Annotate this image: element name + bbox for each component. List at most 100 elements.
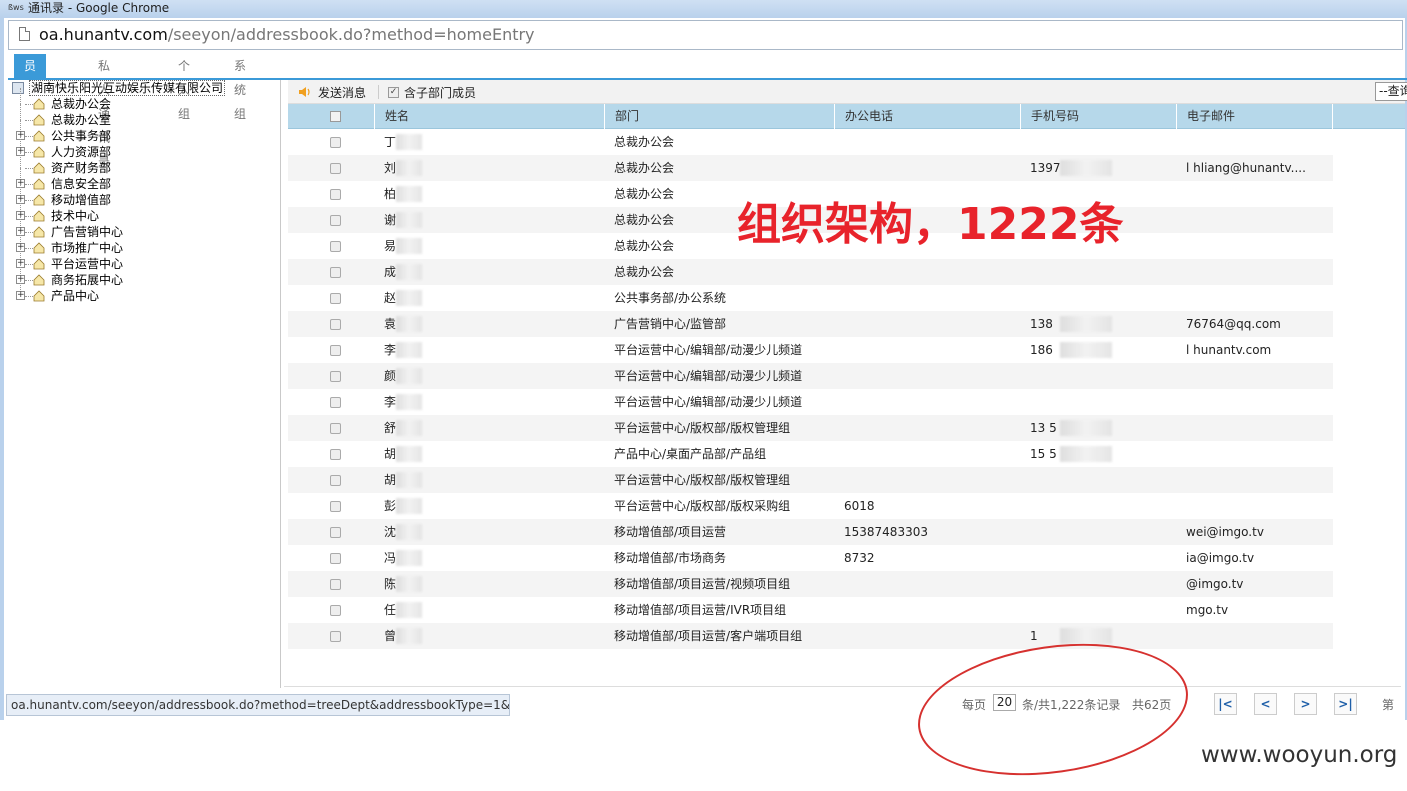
tab-personal-group[interactable]: 个人组 (178, 54, 190, 121)
tree-node-label[interactable]: 总裁办公室 (51, 112, 111, 128)
tree-node-label[interactable]: 总裁办公会 (51, 96, 111, 112)
toolbar: 发送消息 ✓ 含子部门成员 --查询 (288, 80, 1407, 104)
row-checkbox[interactable] (330, 449, 341, 460)
tree-node[interactable]: + 信息安全部 (8, 168, 268, 192)
table-row[interactable]: 成总裁办公会 (288, 259, 1333, 285)
tree-node-label[interactable]: 技术中心 (51, 208, 99, 224)
prev-page-icon[interactable]: < (1254, 693, 1277, 715)
url-host: oa.hunantv.com (39, 25, 168, 44)
redaction-blur (396, 342, 422, 358)
tree-connector (25, 264, 33, 265)
tree-node[interactable]: 总裁办公会 (8, 88, 268, 112)
table-row[interactable]: 彭平台运营中心/版权部/版权采购组 6018 (288, 493, 1333, 519)
row-checkbox[interactable] (330, 527, 341, 538)
row-checkbox[interactable] (330, 579, 341, 590)
tree-connector (20, 104, 21, 120)
table-row[interactable]: 任移动增值部/项目运营/IVR项目组 mgo.tv (288, 597, 1333, 623)
tree-node-label[interactable]: 信息安全部 (51, 176, 111, 192)
row-checkbox[interactable] (330, 137, 341, 148)
query-select[interactable]: --查询 (1375, 82, 1407, 101)
table-row[interactable]: 胡产品中心/桌面产品部/产品组 15 5 (288, 441, 1333, 467)
tree-node-label[interactable]: 资产财务部 (51, 160, 111, 176)
table-row[interactable]: 曾移动增值部/项目运营/客户端项目组 1 (288, 623, 1333, 649)
tab-private-contacts[interactable]: 私人通讯录 (98, 54, 110, 169)
tree-node[interactable]: + 商务拓展中心 (8, 264, 268, 288)
table-row[interactable]: 袁广告营销中心/监管部 138 76764@qq.com (288, 311, 1333, 337)
row-checkbox[interactable] (330, 241, 341, 252)
row-checkbox[interactable] (330, 345, 341, 356)
tree-node-label[interactable]: 广告营销中心 (51, 224, 123, 240)
table-row[interactable]: 胡平台运营中心/版权部/版权管理组 (288, 467, 1333, 493)
table-row[interactable]: 赵公共事务部/办公系统 (288, 285, 1333, 311)
tree-node[interactable]: + 技术中心 (8, 200, 268, 224)
next-page-icon[interactable]: > (1294, 693, 1317, 715)
table-row[interactable]: 冯移动增值部/市场商务 8732 ia@imgo.tv (288, 545, 1333, 571)
tree-node[interactable]: + 公共事务部 (8, 120, 268, 144)
table-row[interactable]: 李平台运营中心/编辑部/动漫少儿频道 186 l hunantv.com (288, 337, 1333, 363)
table-row[interactable]: 沈移动增值部/项目运营 15387483303 wei@imgo.tv (288, 519, 1333, 545)
column-header-mobile[interactable]: 手机号码 (1020, 104, 1176, 129)
table-row[interactable]: 陈移动增值部/项目运营/视频项目组 @imgo.tv (288, 571, 1333, 597)
tree-node-label[interactable]: 公共事务部 (51, 128, 111, 144)
table-row[interactable]: 舒平台运营中心/版权部/版权管理组 13 5 (288, 415, 1333, 441)
table-row[interactable]: 李平台运营中心/编辑部/动漫少儿频道 (288, 389, 1333, 415)
row-checkbox[interactable] (330, 215, 341, 226)
row-checkbox[interactable] (330, 163, 341, 174)
tree-node[interactable]: + 市场推广中心 (8, 232, 268, 256)
tree-node[interactable]: + 平台运营中心 (8, 248, 268, 272)
tree-node[interactable]: + 产品中心 (8, 280, 268, 304)
email-cell: l hliang@hunantv.... (1186, 161, 1306, 175)
department-icon (33, 290, 45, 302)
column-header-email[interactable]: 电子邮件 (1176, 104, 1333, 129)
tree-node[interactable]: + 人力资源部 (8, 136, 268, 160)
row-checkbox[interactable] (330, 371, 341, 382)
url-text[interactable]: oa.hunantv.com/seeyon/addressbook.do?met… (39, 25, 535, 44)
tree-root-label[interactable]: 湖南快乐阳光互动娱乐传媒有限公司 (29, 80, 226, 96)
table-row[interactable]: 丁总裁办公会 (288, 129, 1333, 155)
table-row[interactable]: 刘总裁办公会 1397 l hliang@hunantv.... (288, 155, 1333, 181)
address-bar[interactable]: oa.hunantv.com/seeyon/addressbook.do?met… (8, 20, 1403, 50)
tree-connector (25, 184, 33, 185)
row-checkbox[interactable] (330, 319, 341, 330)
column-header-name[interactable]: 姓名 (374, 104, 604, 129)
row-checkbox[interactable] (330, 501, 341, 512)
row-checkbox[interactable] (330, 189, 341, 200)
row-checkbox[interactable] (330, 397, 341, 408)
app-icon: ßws (8, 3, 24, 12)
tree-node[interactable]: 总裁办公室 (8, 104, 268, 128)
mobile-cell (1030, 493, 1170, 519)
email-cell (1186, 233, 1336, 259)
tree-node-label[interactable]: 移动增值部 (51, 192, 111, 208)
tel-cell (844, 571, 1014, 597)
column-header-dept[interactable]: 部门 (604, 104, 834, 129)
row-checkbox[interactable] (330, 631, 341, 642)
row-checkbox[interactable] (330, 553, 341, 564)
tab-employee-contacts[interactable]: 员工通讯录 (14, 54, 47, 169)
speaker-icon[interactable] (298, 86, 312, 98)
tree-node-label[interactable]: 市场推广中心 (51, 240, 123, 256)
row-checkbox[interactable] (330, 267, 341, 278)
tab-system-group[interactable]: 系统组 (234, 54, 246, 121)
row-checkbox[interactable] (330, 475, 341, 486)
last-page-icon[interactable]: >| (1334, 693, 1357, 715)
email-cell: l hunantv.com (1186, 343, 1272, 357)
include-sub-checkbox[interactable]: ✓ (388, 87, 399, 98)
table-row[interactable]: 颜平台运营中心/编辑部/动漫少儿频道 (288, 363, 1333, 389)
tree-node-label[interactable]: 产品中心 (51, 288, 99, 304)
main-content: 发送消息 ✓ 含子部门成员 --查询 姓名 部门 办公电话 手机号码 电子邮件 … (288, 80, 1407, 720)
tree-node[interactable]: + 广告营销中心 (8, 216, 268, 240)
send-message-button[interactable]: 发送消息 (318, 84, 366, 101)
select-all-checkbox[interactable] (330, 111, 341, 122)
column-header-tel[interactable]: 办公电话 (834, 104, 1020, 129)
tree-node-label[interactable]: 人力资源部 (51, 144, 111, 160)
first-page-icon[interactable]: |< (1214, 693, 1237, 715)
row-checkbox[interactable] (330, 293, 341, 304)
row-checkbox[interactable] (330, 605, 341, 616)
tree-node[interactable]: 资产财务部 (8, 152, 268, 176)
expand-icon[interactable]: + (16, 291, 25, 300)
tel-cell: 8732 (844, 551, 875, 565)
tree-node-label[interactable]: 商务拓展中心 (51, 272, 123, 288)
tree-node[interactable]: + 移动增值部 (8, 184, 268, 208)
tree-node-label[interactable]: 平台运营中心 (51, 256, 123, 272)
row-checkbox[interactable] (330, 423, 341, 434)
